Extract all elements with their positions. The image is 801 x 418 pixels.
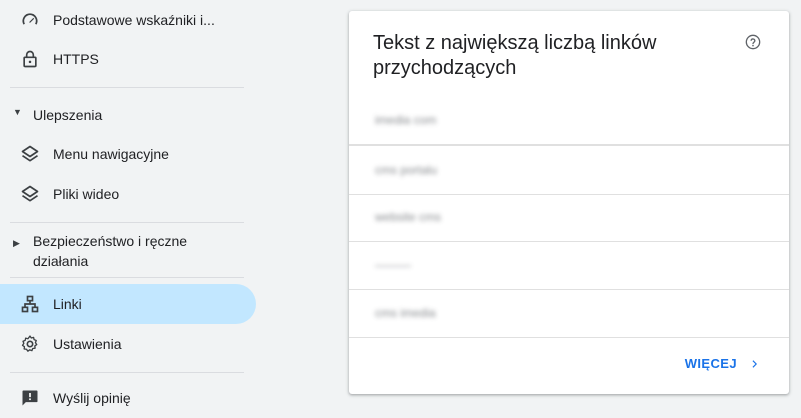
section-toggle-ulepszenia[interactable]: ▼ Ulepszenia bbox=[0, 107, 244, 123]
sidebar-item-label: Linki bbox=[53, 296, 82, 312]
sidebar-item-label: Podstawowe wskaźniki i... bbox=[53, 12, 215, 28]
card-title-line1: Tekst z największą liczbą linków bbox=[373, 32, 657, 54]
top-linking-text-card: Tekst z największą liczbą linków przycho… bbox=[349, 11, 789, 394]
layers-icon bbox=[19, 143, 41, 165]
speedometer-icon bbox=[19, 9, 41, 31]
sidebar-item-feedback[interactable]: Wyślij opinię bbox=[0, 378, 256, 418]
sidebar-divider bbox=[10, 222, 244, 223]
row-value: cms portalu bbox=[375, 163, 438, 177]
more-label: WIĘCEJ bbox=[684, 356, 737, 371]
sidebar-item-label: Wyślij opinię bbox=[53, 390, 131, 406]
more-button[interactable]: WIĘCEJ bbox=[685, 356, 761, 371]
sidebar-item-label: HTTPS bbox=[53, 51, 99, 67]
lock-icon bbox=[19, 48, 41, 70]
sidebar-item-core-web-vitals[interactable]: Podstawowe wskaźniki i... bbox=[0, 0, 256, 40]
gear-icon bbox=[19, 333, 41, 355]
sidebar-divider bbox=[10, 372, 244, 373]
sidebar-item-breadcrumbs[interactable]: Menu nawigacyjne bbox=[0, 134, 256, 174]
row-value: website cms bbox=[375, 210, 442, 224]
sidebar: Podstawowe wskaźniki i... HTTPS ▼ Ulepsz… bbox=[0, 0, 260, 407]
feedback-icon bbox=[19, 387, 41, 409]
help-circle-icon[interactable] bbox=[745, 34, 761, 50]
table-row[interactable]: ——— bbox=[349, 241, 789, 290]
sidebar-divider bbox=[10, 277, 244, 278]
sidebar-item-settings[interactable]: Ustawienia bbox=[0, 324, 256, 364]
chevron-right-icon bbox=[752, 359, 757, 368]
card-title-line2: przychodzących bbox=[373, 57, 517, 79]
sidebar-item-label: Ustawienia bbox=[53, 336, 122, 352]
section-label-line2: działania bbox=[33, 253, 89, 269]
sidebar-item-links[interactable]: Linki bbox=[0, 284, 256, 324]
table-row[interactable]: imedia com bbox=[349, 96, 789, 145]
table-row[interactable]: cms imedia bbox=[349, 289, 789, 338]
row-value: cms imedia bbox=[375, 306, 436, 320]
sidebar-divider bbox=[10, 87, 244, 88]
section-label: Ulepszenia bbox=[33, 107, 103, 123]
table-row[interactable]: cms portalu bbox=[349, 145, 789, 195]
table-row[interactable]: website cms bbox=[349, 193, 789, 242]
caret-right-icon: ▶ bbox=[13, 238, 20, 248]
row-value: ——— bbox=[375, 258, 411, 272]
row-value: imedia com bbox=[375, 113, 437, 127]
section-toggle-security[interactable]: ▶ Bezpieczeństwo i ręczne działania bbox=[0, 231, 244, 271]
section-label: Bezpieczeństwo i ręczne działania bbox=[33, 231, 187, 271]
sidebar-item-https[interactable]: HTTPS bbox=[0, 39, 256, 79]
sidebar-item-label: Pliki wideo bbox=[53, 186, 120, 202]
sidebar-item-label: Menu nawigacyjne bbox=[53, 146, 169, 162]
caret-down-icon: ▼ bbox=[13, 107, 22, 117]
card-title: Tekst z największą liczbą linków przycho… bbox=[373, 31, 713, 81]
section-label-line1: Bezpieczeństwo i ręczne bbox=[33, 233, 188, 249]
sidebar-item-videos[interactable]: Pliki wideo bbox=[0, 174, 256, 214]
sitemap-icon bbox=[19, 293, 41, 315]
layers-icon bbox=[19, 183, 41, 205]
